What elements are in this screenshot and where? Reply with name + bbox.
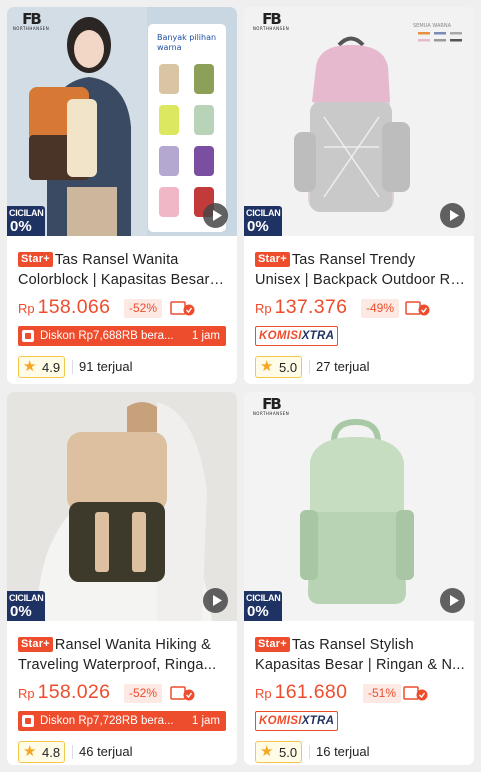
price-row: Rp 158.026 -52% bbox=[18, 681, 195, 705]
rating-badge: ★ 4.8 bbox=[18, 741, 65, 763]
price-row: Rp 161.680 -51% bbox=[255, 681, 428, 705]
star-icon: ★ bbox=[260, 743, 274, 760]
play-icon bbox=[213, 595, 222, 606]
cod-check-icon bbox=[405, 301, 430, 316]
cod-check-icon bbox=[170, 686, 195, 701]
svg-text:warna: warna bbox=[157, 43, 182, 52]
sold-count: 27 terjual bbox=[316, 359, 370, 374]
discount-badge: -51% bbox=[363, 684, 402, 703]
product-title[interactable]: Star+ Tas Ransel Trendy Unisex | Backpack… bbox=[255, 250, 465, 290]
discount-promo-banner[interactable]: Diskon Rp7,688RB bera... 1 jam bbox=[18, 326, 226, 346]
star-icon: ★ bbox=[23, 743, 37, 760]
brand-logo: FB NORTHHANSEN bbox=[252, 395, 290, 417]
price-row: Rp 158.066 -52% bbox=[18, 296, 195, 320]
product-image[interactable]: Banyak pilihan warna FB NORTHHANSEN CICI… bbox=[7, 7, 237, 236]
rating-badge: ★ 4.9 bbox=[18, 356, 65, 378]
play-icon bbox=[450, 210, 459, 221]
product-card[interactable]: CICILAN 0% Star+ Ransel Wanita Hiking & T… bbox=[7, 392, 237, 765]
product-title[interactable]: Star+ Tas Ransel Wanita Colorblock | Kapa… bbox=[18, 250, 228, 290]
sold-count: 91 terjual bbox=[79, 359, 133, 374]
cicilan-badge: CICILAN 0% bbox=[244, 591, 282, 621]
brand-logo: FB NORTHHANSEN bbox=[12, 10, 50, 32]
play-video-button[interactable] bbox=[203, 203, 228, 228]
price-row: Rp 137.376 -49% bbox=[255, 296, 430, 320]
star-plus-badge: Star+ bbox=[18, 637, 53, 652]
price: 137.376 bbox=[274, 296, 348, 318]
play-video-button[interactable] bbox=[440, 588, 465, 613]
currency: Rp bbox=[255, 686, 272, 701]
star-plus-badge: Star+ bbox=[255, 252, 290, 267]
sold-count: 16 terjual bbox=[316, 744, 370, 759]
price: 158.066 bbox=[37, 296, 111, 318]
product-card[interactable]: SEMUA WARNA FB NORTHHANSEN CICILAN 0% St… bbox=[244, 7, 474, 384]
voucher-icon bbox=[22, 715, 34, 727]
komisi-xtra-badge: KOMISIXTRA bbox=[255, 326, 339, 346]
cod-check-icon bbox=[403, 686, 428, 701]
product-photo bbox=[244, 392, 474, 621]
cicilan-badge: CICILAN 0% bbox=[7, 591, 45, 621]
divider bbox=[72, 360, 73, 374]
divider bbox=[309, 360, 310, 374]
cicilan-badge: CICILAN 0% bbox=[244, 206, 282, 236]
discount-badge: -52% bbox=[124, 299, 163, 318]
price: 161.680 bbox=[274, 681, 348, 703]
discount-badge: -52% bbox=[124, 684, 163, 703]
product-title[interactable]: Star+ Tas Ransel Stylish Kapasitas Besar … bbox=[255, 635, 465, 675]
divider bbox=[72, 745, 73, 759]
brand-logo: FB NORTHHANSEN bbox=[252, 10, 290, 32]
currency: Rp bbox=[18, 686, 35, 701]
product-title[interactable]: Star+ Ransel Wanita Hiking & Traveling Wa… bbox=[18, 635, 228, 675]
rating-badge: ★ 5.0 bbox=[255, 741, 302, 763]
cicilan-badge: CICILAN 0% bbox=[7, 206, 45, 236]
product-image[interactable]: FB NORTHHANSEN CICILAN 0% bbox=[244, 392, 474, 621]
play-video-button[interactable] bbox=[440, 203, 465, 228]
star-icon: ★ bbox=[260, 358, 274, 375]
voucher-icon bbox=[22, 330, 34, 342]
star-plus-badge: Star+ bbox=[18, 252, 53, 267]
komisi-xtra-badge: KOMISIXTRA bbox=[255, 711, 339, 731]
divider bbox=[309, 745, 310, 759]
product-card[interactable]: FB NORTHHANSEN CICILAN 0% Star+ Tas Ranse… bbox=[244, 392, 474, 765]
discount-badge: -49% bbox=[361, 299, 400, 318]
svg-text:SEMUA WARNA: SEMUA WARNA bbox=[413, 23, 452, 29]
discount-promo-banner[interactable]: Diskon Rp7,728RB bera... 1 jam bbox=[18, 711, 226, 731]
sold-count: 46 terjual bbox=[79, 744, 133, 759]
cod-check-icon bbox=[170, 301, 195, 316]
product-photo: SEMUA WARNA bbox=[244, 7, 474, 236]
price: 158.026 bbox=[37, 681, 111, 703]
star-plus-badge: Star+ bbox=[255, 637, 290, 652]
product-photo bbox=[7, 392, 237, 621]
currency: Rp bbox=[255, 301, 272, 316]
product-photo: Banyak pilihan warna bbox=[7, 7, 237, 236]
product-card[interactable]: Banyak pilihan warna FB NORTHHANSEN CICI… bbox=[7, 7, 237, 384]
product-image[interactable]: SEMUA WARNA FB NORTHHANSEN CICILAN 0% bbox=[244, 7, 474, 236]
play-icon bbox=[213, 210, 222, 221]
play-video-button[interactable] bbox=[203, 588, 228, 613]
play-icon bbox=[450, 595, 459, 606]
svg-text:Banyak pilihan: Banyak pilihan bbox=[157, 33, 216, 42]
rating-badge: ★ 5.0 bbox=[255, 356, 302, 378]
product-image[interactable]: CICILAN 0% bbox=[7, 392, 237, 621]
star-icon: ★ bbox=[23, 358, 37, 375]
currency: Rp bbox=[18, 301, 35, 316]
